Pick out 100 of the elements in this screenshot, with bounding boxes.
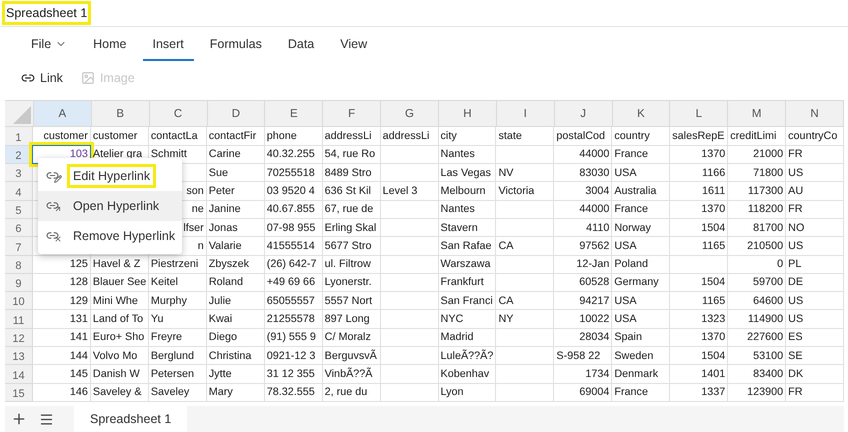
table-cell: Blauer See — [90, 274, 149, 292]
table-cell: Stavern — [438, 218, 496, 238]
row-header[interactable]: 9 — [5, 274, 33, 292]
table-cell: state — [496, 127, 554, 146]
menu-item[interactable]: Remove Hyperlink — [38, 221, 182, 251]
table-cell: Lyon — [438, 384, 496, 402]
table-cell: Nantes — [438, 200, 496, 219]
empty-cell — [380, 218, 439, 238]
empty-cell — [496, 347, 554, 366]
row-header[interactable]: 4 — [5, 182, 33, 201]
table-cell: Nantes — [438, 146, 496, 164]
table-cell: Saveley & — [90, 384, 149, 402]
ribbon-tab[interactable]: Insert — [142, 34, 194, 62]
table-cell: 227600 — [728, 328, 786, 348]
table-cell: 1504 — [670, 274, 728, 292]
sheet-tab[interactable]: Spreadsheet 1 — [74, 406, 188, 432]
table-cell: city — [438, 127, 496, 146]
row-header[interactable]: 15 — [5, 384, 33, 402]
row-header[interactable]: 11 — [5, 310, 33, 329]
empty-cell — [380, 347, 439, 366]
table-cell: PL — [786, 256, 844, 274]
table-cell: 146 — [32, 384, 91, 402]
column-header[interactable]: J — [554, 101, 613, 128]
row-header[interactable]: 14 — [5, 365, 33, 384]
table-cell: Level 3 — [380, 182, 439, 201]
column-header[interactable]: A — [34, 101, 92, 128]
column-header[interactable]: E — [265, 101, 324, 128]
table-cell: 5677 Stro — [322, 237, 381, 256]
ribbon-tab[interactable]: Home — [83, 34, 136, 62]
row-header[interactable]: 7 — [5, 237, 33, 256]
table-cell: Diego — [206, 328, 265, 348]
column-header[interactable]: D — [208, 101, 266, 128]
table-cell: BerguvsvÃ — [322, 347, 381, 366]
table-cell: Petersen — [148, 365, 207, 384]
table-cell: 40.32.255 — [264, 146, 323, 164]
column-header[interactable]: K — [612, 101, 670, 128]
column-header[interactable]: L — [670, 101, 728, 128]
table-cell: Jytte — [206, 365, 265, 384]
table-cell: NY — [496, 310, 554, 329]
table-cell: 131 — [32, 310, 91, 329]
table-cell: Valarie — [206, 237, 265, 256]
table-cell: Frankfurt — [438, 274, 496, 292]
table-cell: +49 69 66 — [264, 274, 323, 292]
table-cell: Melbourn — [438, 182, 496, 201]
ribbon-tab[interactable]: Data — [278, 34, 324, 62]
table-cell: customer — [32, 127, 91, 146]
table-cell: Sweden — [612, 347, 670, 366]
table-cell: contactLa — [148, 127, 207, 146]
table-cell: Las Vegas — [438, 164, 496, 182]
row-header[interactable]: 5 — [5, 200, 33, 219]
table-cell: 81700 — [728, 218, 786, 238]
file-menu[interactable]: File — [21, 34, 78, 62]
ribbon-tab[interactable]: View — [330, 34, 378, 62]
table-cell: 210500 — [728, 237, 786, 256]
column-header[interactable]: N — [786, 101, 844, 128]
table-cell: San Franci — [438, 292, 496, 310]
table-cell: Kobenhav — [438, 365, 496, 384]
row-header[interactable]: 1 — [5, 127, 33, 146]
column-header[interactable]: G — [381, 101, 439, 128]
row-header[interactable]: 13 — [5, 347, 33, 366]
column-header[interactable]: M — [728, 101, 786, 128]
menu-item[interactable]: Edit Hyperlink — [38, 161, 182, 191]
table-cell: NV — [496, 164, 554, 182]
table-cell: (26) 642-7 — [264, 256, 323, 274]
table-cell: 117300 — [728, 182, 786, 201]
link-button[interactable]: Link — [21, 68, 63, 88]
corner-triangle-icon — [12, 106, 31, 124]
table-cell: US — [786, 164, 844, 182]
row-header[interactable]: 12 — [5, 328, 33, 348]
table-cell: FR — [786, 384, 844, 402]
table-cell: contactFir — [206, 127, 265, 146]
column-header[interactable]: C — [150, 101, 208, 128]
table-cell: USA — [612, 164, 670, 182]
row-header[interactable]: 8 — [5, 256, 33, 274]
table-cell: US — [786, 237, 844, 256]
table-cell: 69004 — [554, 384, 612, 402]
column-header[interactable]: H — [438, 101, 497, 128]
table-cell: SE — [786, 347, 844, 366]
table-cell: 97562 — [554, 237, 612, 256]
table-cell: 144 — [32, 347, 91, 366]
table-cell: VinbÃ??Ã — [322, 365, 381, 384]
table-cell: 1337 — [670, 384, 728, 402]
column-header[interactable]: F — [323, 101, 382, 128]
empty-cell — [496, 200, 554, 219]
table-cell: 1165 — [670, 237, 728, 256]
menu-icon[interactable] — [39, 412, 54, 427]
column-header[interactable]: B — [92, 101, 150, 128]
table-cell: Saveley — [148, 384, 207, 402]
menu-item[interactable]: Open Hyperlink — [38, 191, 182, 221]
column-header[interactable]: I — [496, 101, 555, 128]
row-header[interactable]: 3 — [5, 164, 33, 182]
table-cell: ES — [786, 328, 844, 348]
ribbon-tab[interactable]: Formulas — [200, 34, 272, 62]
table-cell: USA — [612, 292, 670, 310]
row-header[interactable]: 10 — [5, 292, 33, 310]
row-header[interactable]: 6 — [5, 218, 33, 238]
table-cell: FR — [786, 200, 844, 219]
table-cell: Zbyszek — [206, 256, 265, 274]
table-cell: 125 — [32, 256, 91, 274]
table-cell: addressLi — [380, 127, 439, 146]
